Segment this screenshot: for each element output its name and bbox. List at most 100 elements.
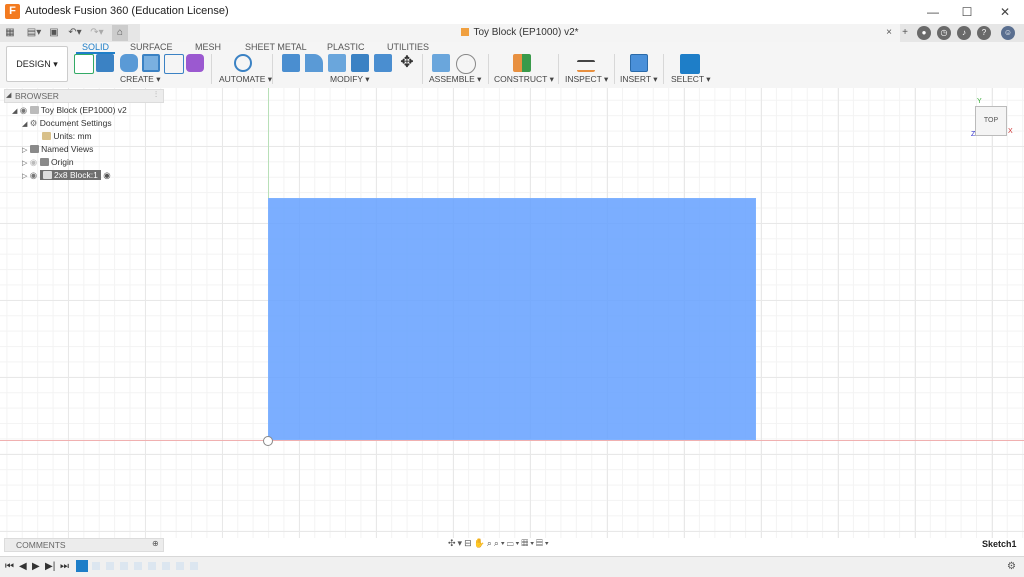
measure-icon[interactable] — [577, 60, 595, 72]
expand-icon[interactable]: ▷ — [22, 160, 27, 167]
close-icon[interactable]: ✕ — [988, 0, 1022, 24]
browser-item-named-views[interactable]: ▷ Named Views — [22, 143, 93, 155]
toolbar-divider — [614, 54, 615, 84]
workspace-switcher[interactable]: DESIGN ▾ — [6, 46, 68, 82]
notifications-icon[interactable]: ♪ — [957, 26, 971, 40]
user-avatar-icon[interactable]: ☺ — [1001, 26, 1015, 40]
fillet-icon[interactable] — [305, 54, 323, 72]
expand-icon[interactable]: ▷ — [22, 173, 27, 180]
timeline-end-icon[interactable]: ⏭ — [60, 561, 69, 572]
expand-icon[interactable]: ◢ — [22, 121, 27, 128]
combine-icon[interactable] — [374, 54, 392, 72]
create-sketch-icon[interactable] — [74, 54, 94, 74]
browser-item-origin[interactable]: ▷ ◉ Origin — [22, 156, 74, 168]
chamfer-icon[interactable] — [328, 54, 346, 72]
redo-icon[interactable]: ↷▾ — [89, 25, 105, 41]
zoom-icon[interactable]: ⌕ — [487, 538, 494, 548]
display-settings-icon[interactable]: ▭▾ — [507, 538, 522, 548]
construct-menu[interactable]: CONSTRUCT ▾ — [494, 74, 554, 85]
app-grid-icon[interactable]: ▦ — [4, 25, 16, 41]
activate-radio-icon[interactable]: ◉ — [103, 170, 110, 180]
insert-menu[interactable]: INSERT ▾ — [620, 74, 658, 85]
units-label: Units: mm — [53, 131, 92, 141]
job-status-icon[interactable]: ◷ — [937, 26, 951, 40]
comments-panel[interactable]: COMMENTS ⊕ — [4, 538, 164, 552]
home-icon[interactable]: ⌂ — [112, 25, 128, 41]
extensions-icon[interactable]: ● — [917, 26, 931, 40]
timeline-start-icon[interactable]: ⏮ — [5, 561, 14, 572]
pattern-icon[interactable] — [164, 54, 184, 74]
root-label: Toy Block (EP1000) v2 — [40, 105, 127, 115]
browser-pin-icon[interactable]: ⫶ — [155, 90, 157, 100]
fit-icon[interactable]: ⌕▾ — [494, 538, 507, 548]
collapse-browser-icon[interactable]: ◢ — [6, 91, 11, 99]
component-icon — [42, 171, 52, 179]
origin-point-icon[interactable] — [263, 436, 273, 446]
tab-plastic[interactable]: PLASTIC — [327, 42, 365, 52]
save-icon[interactable]: ▣ — [47, 25, 61, 41]
expand-icon[interactable]: ◢ — [12, 108, 17, 115]
timeline-back-icon[interactable]: ◀ — [19, 561, 27, 572]
document-tab[interactable]: Toy Block (EP1000) v2* — [140, 24, 900, 42]
orbit-icon[interactable]: ✣▾ — [448, 538, 464, 548]
maximize-icon[interactable]: ☐ — [950, 0, 984, 24]
sketch-rectangle-profile[interactable] — [268, 198, 756, 440]
comments-add-icon[interactable]: ⊕ — [152, 539, 159, 548]
tab-solid[interactable]: SOLID — [76, 42, 116, 54]
viewports-icon[interactable]: ▤▾ — [536, 538, 551, 548]
select-icon[interactable] — [680, 54, 700, 74]
x-axis-label: X — [1008, 128, 1013, 135]
visibility-eye-icon[interactable]: ◉ — [30, 157, 37, 167]
browser-item-units[interactable]: Units: mm — [42, 130, 92, 142]
help-icon[interactable]: ? — [977, 26, 991, 40]
browser-title: BROWSER — [15, 91, 59, 101]
insert-image-icon[interactable] — [630, 54, 648, 72]
extrude-icon[interactable] — [96, 54, 114, 72]
tab-surface[interactable]: SURFACE — [130, 42, 173, 52]
browser-item-component[interactable]: ▷ ◉ 2x8 Block:1 ◉ — [22, 169, 111, 181]
minimize-icon[interactable]: — — [916, 0, 950, 24]
select-menu[interactable]: SELECT ▾ — [671, 74, 711, 85]
automate-menu[interactable]: AUTOMATE ▾ — [219, 74, 272, 85]
timeline-settings-gear-icon[interactable]: ⚙ — [1007, 561, 1016, 572]
tab-utilities[interactable]: UTILITIES — [387, 42, 429, 52]
press-pull-icon[interactable] — [282, 54, 300, 72]
timeline-sketch-feature-icon[interactable] — [76, 560, 88, 572]
automate-icon[interactable] — [234, 54, 252, 72]
tab-sheet-metal[interactable]: SHEET METAL — [245, 42, 307, 52]
folder-icon — [29, 145, 39, 153]
browser-header[interactable]: ◢ BROWSER ⫶ — [4, 89, 164, 103]
viewcube-face-label: TOP — [983, 117, 999, 124]
new-component-icon[interactable] — [432, 54, 450, 72]
timeline-forward-icon[interactable]: ▶| — [45, 561, 55, 572]
joint-icon[interactable] — [456, 54, 476, 74]
timeline-play-icon[interactable]: ▶ — [32, 561, 40, 572]
look-at-icon[interactable]: ⊟ — [464, 538, 474, 548]
shell-icon[interactable] — [351, 54, 369, 72]
toolbar: DESIGN ▾ SOLID SURFACE MESH SHEET METAL … — [0, 42, 1024, 89]
grid-settings-icon[interactable]: ▦▾ — [521, 538, 536, 548]
visibility-eye-icon[interactable]: ◉ — [30, 170, 37, 180]
modify-menu[interactable]: MODIFY ▾ — [330, 74, 370, 85]
file-menu-icon[interactable]: ▤▾ — [24, 25, 44, 41]
move-icon[interactable]: ✥ — [398, 54, 416, 72]
offset-plane-icon[interactable] — [513, 54, 531, 72]
form-icon[interactable] — [186, 54, 204, 72]
hole-icon[interactable] — [142, 54, 160, 72]
toolbar-divider — [663, 54, 664, 84]
pan-icon[interactable]: ✋ — [474, 538, 487, 548]
create-menu[interactable]: CREATE ▾ — [120, 74, 160, 85]
expand-icon[interactable]: ▷ — [22, 147, 27, 154]
tab-close-icon[interactable]: × — [884, 25, 894, 41]
undo-icon[interactable]: ↶▾ — [67, 25, 83, 41]
component-label: 2x8 Block:1 — [53, 170, 98, 180]
assemble-menu[interactable]: ASSEMBLE ▾ — [429, 74, 481, 85]
revolve-icon[interactable] — [120, 54, 138, 72]
browser-item-document-settings[interactable]: ◢ ⚙ Document Settings — [22, 117, 112, 129]
visibility-eye-icon[interactable]: ◉ — [20, 105, 27, 115]
tab-mesh[interactable]: MESH — [195, 42, 221, 52]
browser-item-root[interactable]: ◢ ◉ Toy Block (EP1000) v2 — [12, 104, 127, 116]
new-tab-icon[interactable]: + — [898, 25, 912, 41]
inspect-menu[interactable]: INSPECT ▾ — [565, 74, 608, 85]
viewcube[interactable]: TOP — [975, 106, 1007, 136]
